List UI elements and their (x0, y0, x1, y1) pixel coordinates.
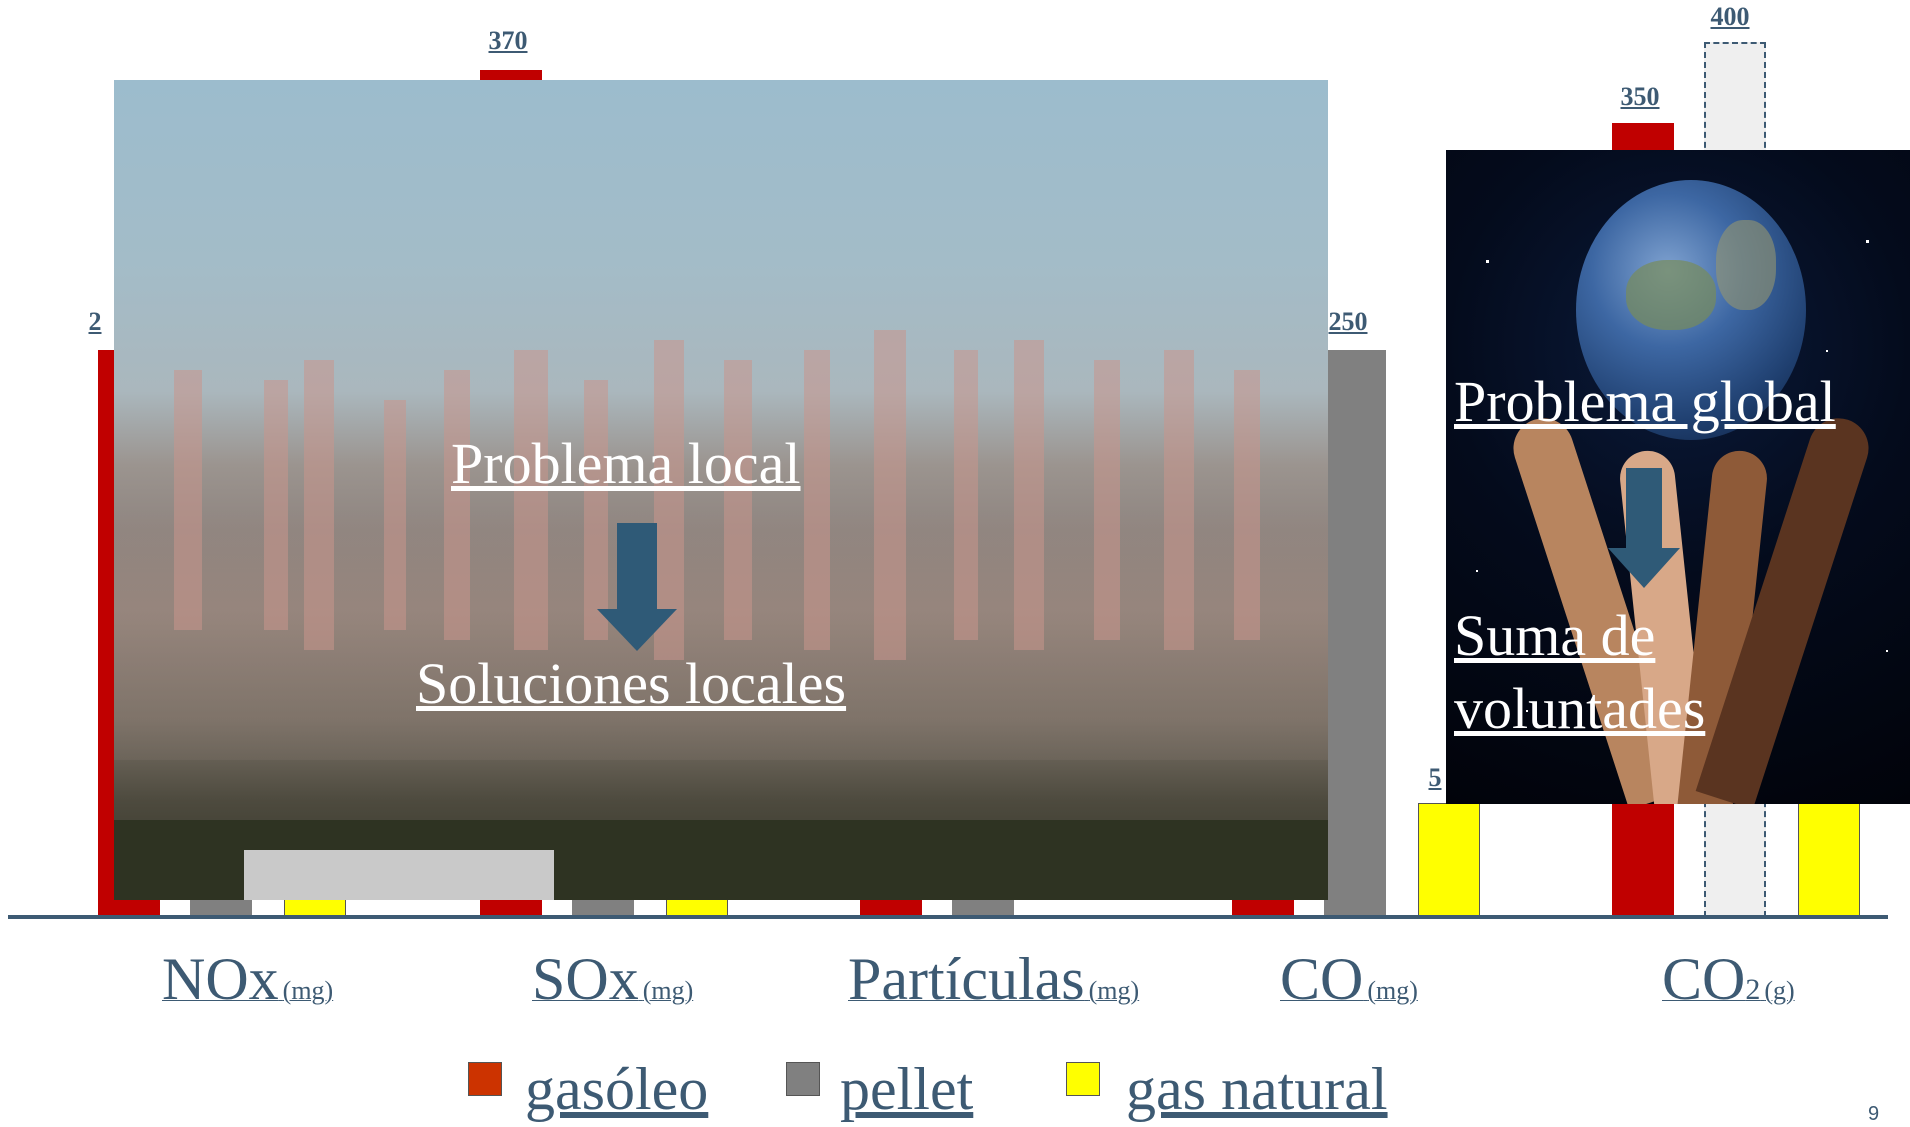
category-label-co2: CO2 (g) (1662, 946, 1795, 1012)
category-label-nox: NOx (mg) (162, 946, 334, 1012)
arrow-down-icon (1608, 468, 1680, 588)
value-label-co2-gasoleo: 350 (1620, 82, 1660, 111)
arrow-down-icon (597, 523, 677, 651)
legend-swatch-gas-natural (1066, 1062, 1100, 1096)
suma-de-text: Suma de (1454, 603, 1656, 668)
category-label-sox: SOx (mg) (532, 946, 694, 1012)
legend-label-pellet: pellet (840, 1056, 974, 1122)
legend-swatch-gasoleo (468, 1062, 502, 1096)
category-label-particulas: Partículas (mg) (848, 946, 1140, 1012)
value-label-sox-gasoleo: 370 (488, 26, 528, 55)
bar-co-pellet (1324, 350, 1386, 917)
problema-local-text: Problema local (451, 431, 801, 496)
legend-label-gasoleo: gasóleo (525, 1056, 709, 1122)
bar-co-gasnatural (1418, 803, 1480, 917)
value-label-co2-dashed: 400 (1710, 2, 1750, 31)
slide-number: 9 (1868, 1103, 1880, 1125)
soluciones-locales-text: Soluciones locales (416, 651, 847, 716)
smog-city-photo: Problema local Soluciones locales (114, 80, 1328, 900)
legend-swatch-pellet (786, 1062, 820, 1096)
x-axis-line (8, 915, 1888, 919)
problema-global-text: Problema global (1454, 369, 1836, 434)
earth-hands-photo: Problema global Suma de voluntades (1446, 150, 1910, 804)
voluntades-text: voluntades (1454, 676, 1706, 741)
legend-label-gas-natural: gas natural (1126, 1056, 1388, 1122)
value-label-nox-partial: 2 (88, 307, 102, 336)
category-label-co: CO (mg) (1280, 946, 1418, 1012)
bar-co2-gasnatural (1798, 803, 1860, 917)
